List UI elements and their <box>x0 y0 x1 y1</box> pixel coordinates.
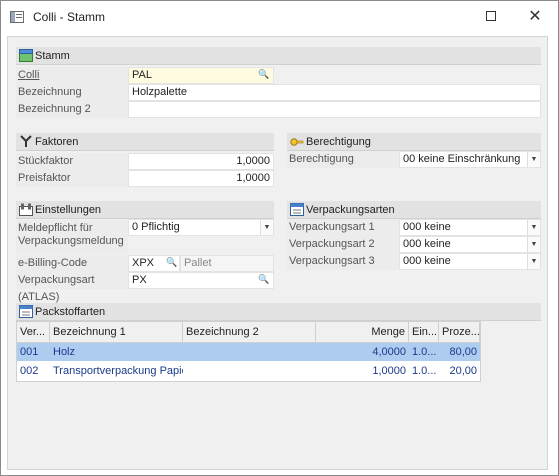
meldepflicht-label-line2: Verpackungsmeldung <box>18 235 124 247</box>
verpackungsart-1-select[interactable]: 000 keine <box>399 219 541 236</box>
bezeichnung2-input[interactable] <box>128 101 541 118</box>
berechtigung-group-header: Berechtigung <box>287 133 541 151</box>
cell-ver: 001 <box>20 346 39 358</box>
colli-input[interactable]: PAL <box>128 67 274 84</box>
meldepflicht-label: Meldepflicht für Verpackungsmeldung <box>16 220 128 254</box>
cell-bezeichnung1: Transportverpackung Papier <box>53 365 183 377</box>
verpackungsart-1-label: Verpackungsart 1 <box>287 219 399 236</box>
faktoren-header-label: Faktoren <box>35 135 79 148</box>
faktoren-icon <box>19 135 33 149</box>
column-header-prozent[interactable]: Proze... <box>439 322 480 342</box>
colli-stamm-window: Colli - Stamm ✕ Stamm Colli PAL 🔍 Bezeic… <box>0 0 559 476</box>
packstoffarten-icon <box>19 305 33 319</box>
verpackungsart-2-select[interactable]: 000 keine <box>399 236 541 253</box>
window-title: Colli - Stamm <box>33 10 106 24</box>
faktoren-group-header: Faktoren <box>16 133 274 151</box>
close-icon: ✕ <box>528 8 542 25</box>
cell-prozent: 80,00 <box>449 346 477 358</box>
column-header-ver[interactable]: Ver... <box>17 322 50 342</box>
cell-bezeichnung2 <box>183 343 316 361</box>
billing-code-label: e-Billing-Code <box>16 255 128 272</box>
meldepflicht-chevron-down-icon[interactable]: ▼ <box>260 220 273 235</box>
cell-einheit: 1.0... <box>412 346 437 358</box>
column-header-bezeichnung1[interactable]: Bezeichnung 1 <box>50 322 183 342</box>
title-bar: Colli - Stamm ✕ <box>1 1 558 33</box>
stamm-header-label: Stamm <box>35 49 70 62</box>
verpackungsarten-header-label: Verpackungsarten <box>306 203 395 216</box>
berechtigung-select[interactable]: 00 keine Einschränkung <box>399 151 541 168</box>
form-client-area: Stamm Colli PAL 🔍 Bezeichnung Holzpalett… <box>7 36 548 470</box>
verpackungsart-3-chevron-down-icon[interactable]: ▼ <box>527 254 540 269</box>
meldepflicht-select[interactable]: 0 Pflichtig <box>128 219 274 236</box>
billing-description: Pallet <box>180 255 274 272</box>
column-header-bezeichnung2[interactable]: Bezeichnung 2 <box>183 322 316 342</box>
berechtigung-header-label: Berechtigung <box>306 135 371 148</box>
app-window-icon <box>10 11 24 23</box>
column-header-menge[interactable]: Menge <box>316 322 409 342</box>
packstoffarten-header-label: Packstoffarten <box>35 305 106 318</box>
cell-bezeichnung1: Holz <box>53 346 76 358</box>
table-row[interactable]: 002 Transportverpackung Papier 1,0000 1.… <box>17 362 480 381</box>
packstoffarten-group-header: Packstoffarten <box>16 303 541 321</box>
table-row[interactable]: 001 Holz 4,0000 1.0... 80,00 <box>17 343 480 362</box>
berechtigung-label: Berechtigung <box>287 151 399 168</box>
stueckfaktor-label: Stückfaktor <box>16 153 128 170</box>
calendar-icon <box>290 203 304 217</box>
cell-einheit: 1.0... <box>412 365 437 377</box>
verpackungsart-1-chevron-down-icon[interactable]: ▼ <box>527 220 540 235</box>
verpackungsart-3-select[interactable]: 000 keine <box>399 253 541 270</box>
maximize-icon <box>486 11 496 21</box>
berechtigung-chevron-down-icon[interactable]: ▼ <box>527 152 540 167</box>
column-header-einheit[interactable]: Ein... <box>409 322 439 342</box>
preisfaktor-label: Preisfaktor <box>16 170 128 187</box>
meldepflicht-label-line1: Meldepflicht für <box>18 222 93 234</box>
atlas-label: Verpackungsart (ATLAS) <box>16 272 128 303</box>
cell-prozent: 20,00 <box>449 365 477 377</box>
cell-ver: 002 <box>20 365 39 377</box>
einstellungen-icon <box>19 203 33 217</box>
verpackungsart-2-label: Verpackungsart 2 <box>287 236 399 253</box>
cell-menge: 1,0000 <box>372 365 406 377</box>
verpackungsart-2-chevron-down-icon[interactable]: ▼ <box>527 237 540 252</box>
bezeichnung-label: Bezeichnung <box>16 84 128 101</box>
verpackungsarten-group-header: Verpackungsarten <box>287 201 541 219</box>
cell-bezeichnung2 <box>183 362 316 380</box>
key-icon <box>290 135 304 149</box>
close-button[interactable]: ✕ <box>512 1 558 31</box>
cell-menge: 4,0000 <box>372 346 406 358</box>
stamm-group-header: Stamm <box>16 47 541 65</box>
colli-label: Colli <box>16 67 128 84</box>
table-header-row: Ver... Bezeichnung 1 Bezeichnung 2 Menge… <box>17 322 480 343</box>
bezeichnung2-label: Bezeichnung 2 <box>16 101 128 118</box>
verpackungsart-3-label: Verpackungsart 3 <box>287 253 399 270</box>
stueckfaktor-input[interactable]: 1,0000 <box>128 153 274 170</box>
atlas-search-icon[interactable]: 🔍 <box>258 274 269 285</box>
maximize-button[interactable] <box>468 1 514 31</box>
bezeichnung-input[interactable]: Holzpalette <box>128 84 541 101</box>
stamm-icon <box>19 49 33 63</box>
preisfaktor-input[interactable]: 1,0000 <box>128 170 274 187</box>
billing-search-icon[interactable]: 🔍 <box>166 257 177 268</box>
atlas-input[interactable]: PX <box>128 272 274 289</box>
packstoffarten-table[interactable]: Ver... Bezeichnung 1 Bezeichnung 2 Menge… <box>16 321 481 382</box>
einstellungen-group-header: Einstellungen <box>16 201 274 219</box>
einstellungen-header-label: Einstellungen <box>35 203 102 216</box>
colli-search-icon[interactable]: 🔍 <box>258 69 269 80</box>
